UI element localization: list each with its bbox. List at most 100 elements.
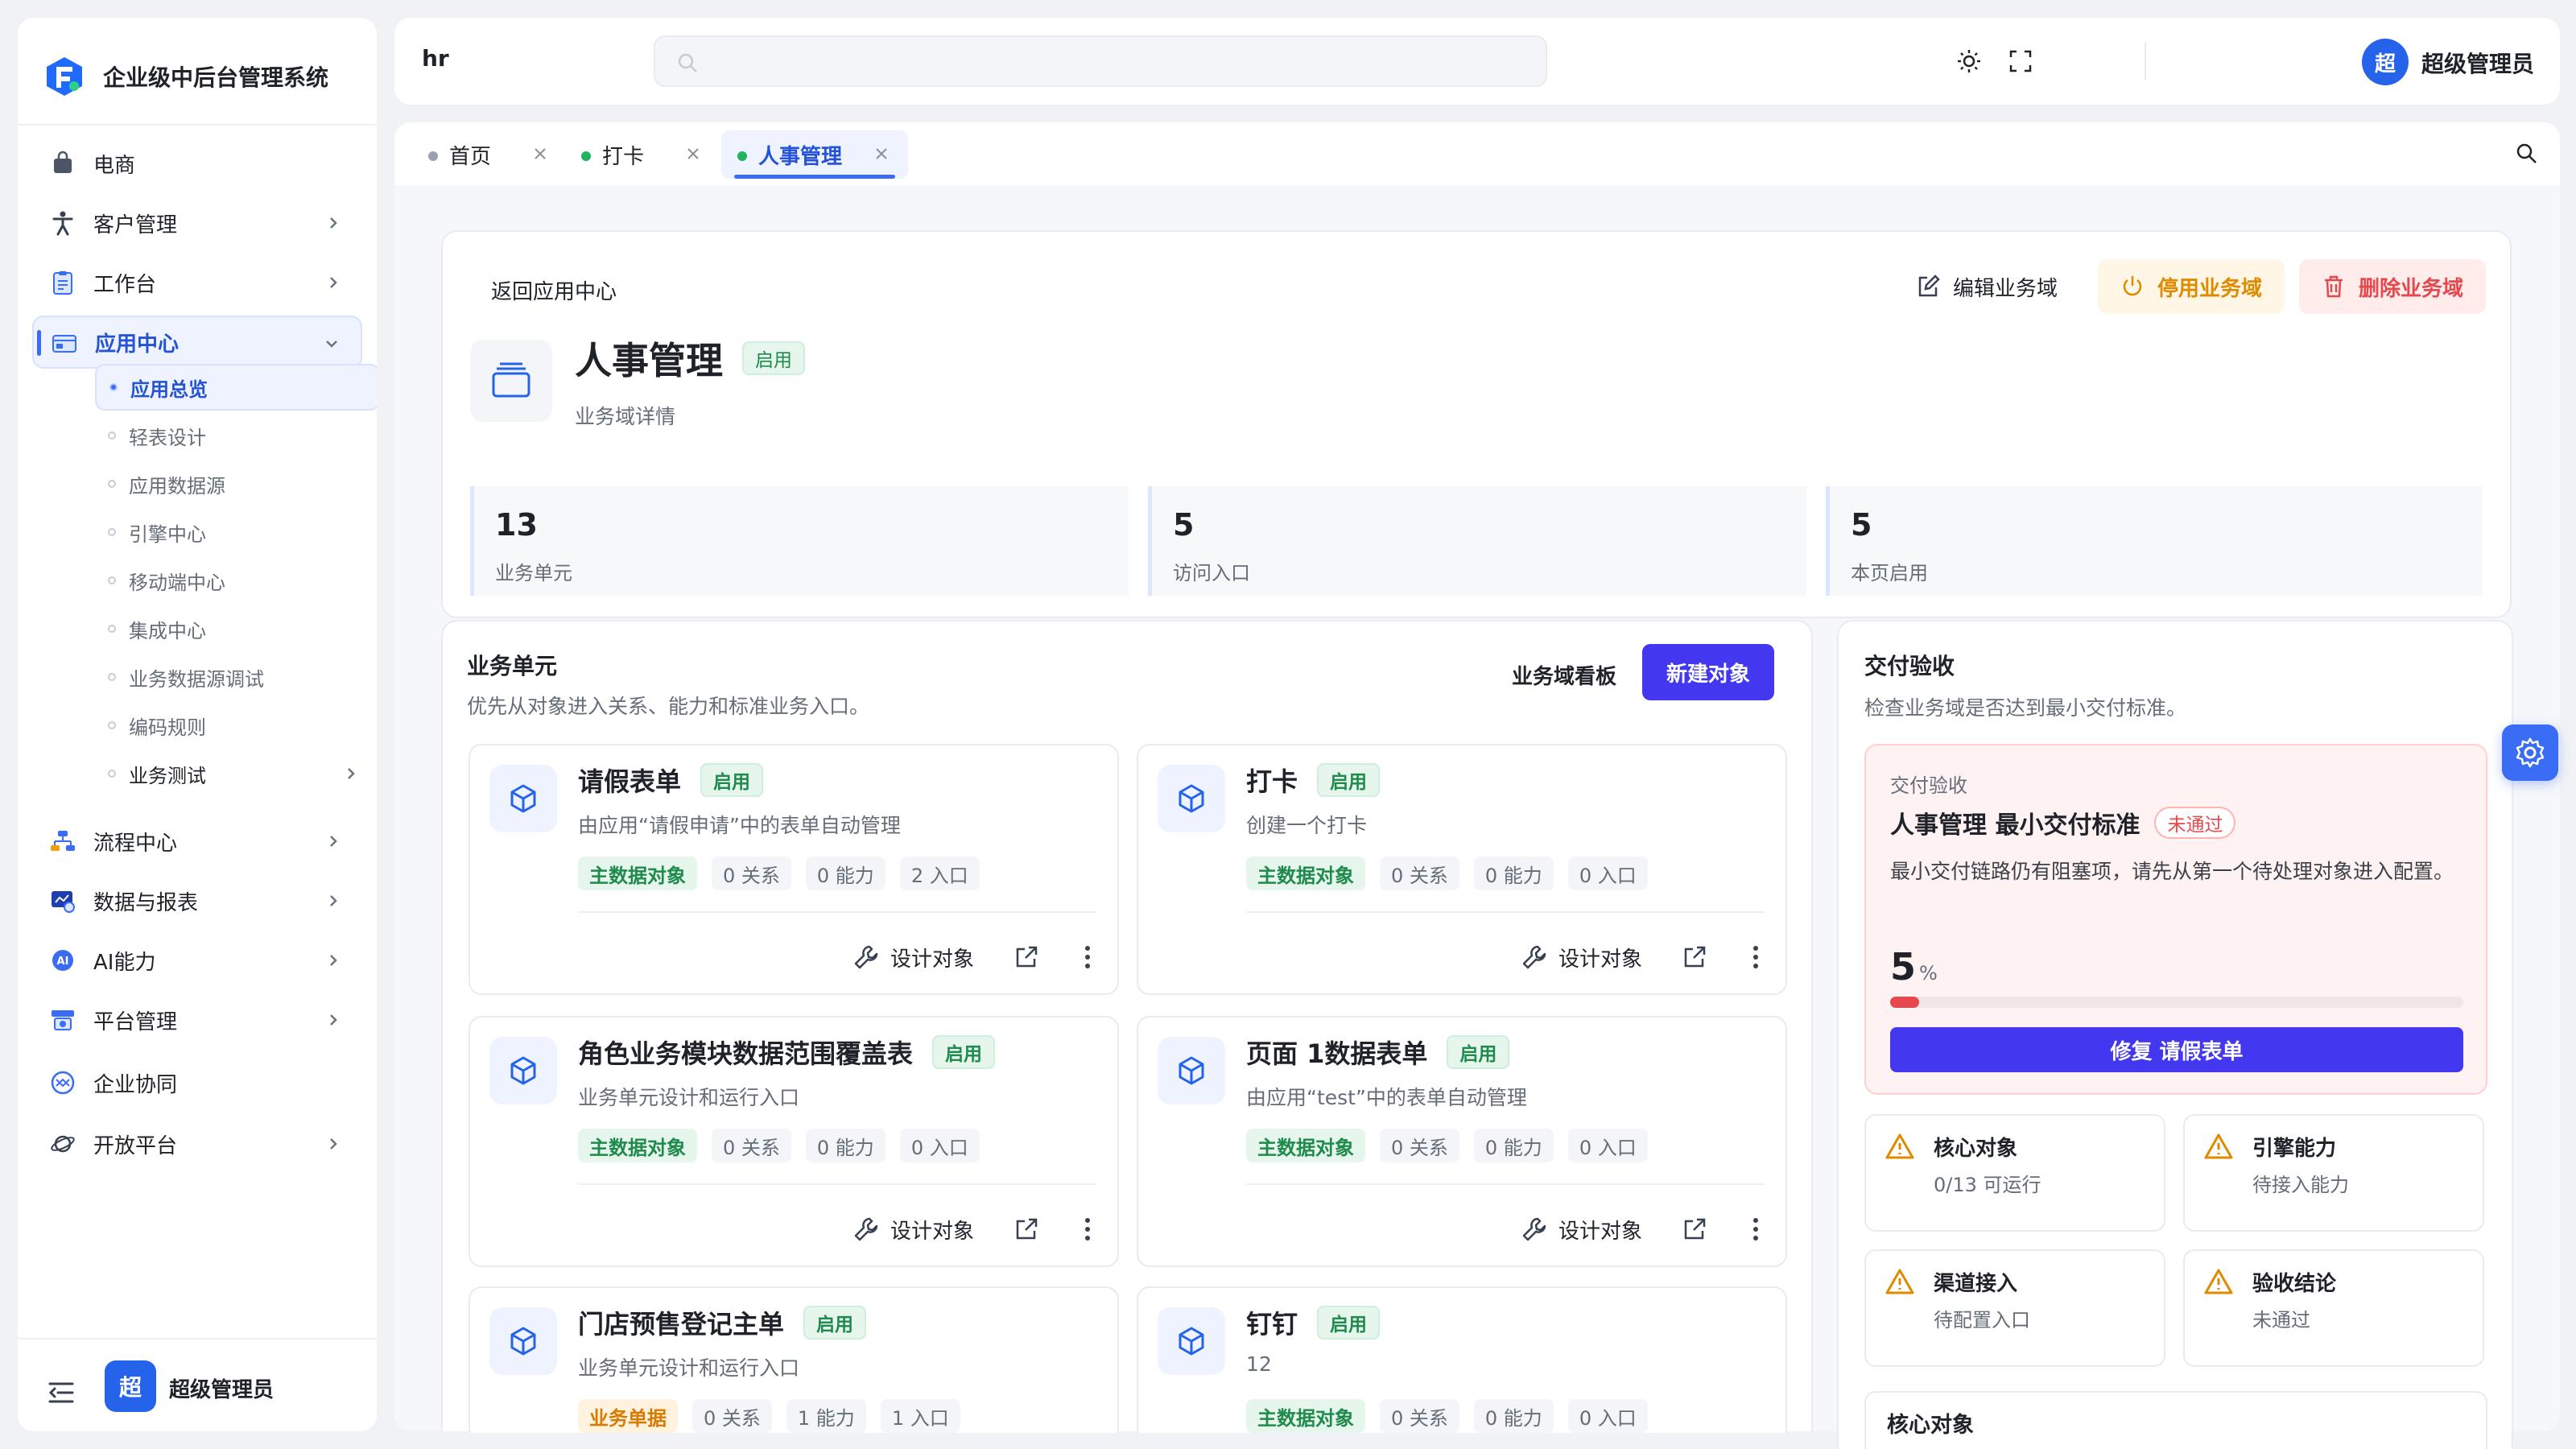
design-object-button[interactable]: 设计对象 <box>1521 943 1642 972</box>
disable-domain-button[interactable]: 停用业务域 <box>2098 259 2285 314</box>
bullet-icon <box>109 383 118 391</box>
edit-domain-button[interactable]: 编辑业务域 <box>1893 259 2080 314</box>
floating-settings-button[interactable] <box>2502 724 2558 781</box>
more-options-icon[interactable] <box>1747 1217 1765 1241</box>
open-external-icon[interactable] <box>1014 945 1038 969</box>
status-badge: 未通过 <box>2154 807 2236 839</box>
unit-chips: 主数据对象 0 关系 0 能力 2 入口 <box>578 857 980 890</box>
design-object-button[interactable]: 设计对象 <box>853 943 974 972</box>
open-external-icon[interactable] <box>1682 1217 1707 1241</box>
sidebar-item-label: 企业协同 <box>93 1072 178 1097</box>
sidebar-item-label: 工作台 <box>93 272 157 297</box>
progress-fill <box>1890 997 1919 1008</box>
status-badge: 启用 <box>803 1306 867 1340</box>
unit-card[interactable]: 页面 1数据表单 启用 由应用“test”中的表单自动管理 主数据对象 0 关系 0 能力… <box>1137 1016 1787 1267</box>
design-object-button[interactable]: 设计对象 <box>1521 1215 1642 1245</box>
status-badge: 启用 <box>932 1035 996 1069</box>
close-icon[interactable] <box>874 147 889 161</box>
sidebar-item-collaboration[interactable]: 企业协同 <box>32 1056 362 1109</box>
search-input[interactable] <box>654 35 1547 87</box>
back-link[interactable]: 返回应用中心 <box>491 275 617 305</box>
entries-chip: 0 入口 <box>1567 857 1648 890</box>
unit-card[interactable]: 打卡 启用 创建一个打卡 主数据对象 0 关系 0 能力 0 入口 设计对象 <box>1137 744 1787 995</box>
sidebar-item-open-platform[interactable]: 开放平台 <box>32 1117 362 1170</box>
sidebar-item-label: 电商 <box>93 153 136 178</box>
collapse-sidebar-icon[interactable] <box>48 1381 74 1404</box>
footer-user-name: 超级管理员 <box>169 1378 275 1402</box>
domain-board-link[interactable]: 业务域看板 <box>1512 660 1616 690</box>
tab-check-in[interactable]: 打卡 <box>565 130 718 179</box>
tab-label: 首页 <box>449 144 492 169</box>
more-options-icon[interactable] <box>1079 945 1096 969</box>
theme-toggle-sun-icon[interactable] <box>1956 48 1982 74</box>
divider <box>578 911 1096 913</box>
delete-domain-button[interactable]: 删除业务域 <box>2299 259 2487 314</box>
sidebar-subitem-business-test[interactable]: 业务测试 <box>77 750 377 797</box>
tab-search-icon[interactable] <box>2515 142 2539 166</box>
header-user-name[interactable]: 超级管理员 <box>2421 47 2534 79</box>
chevron-right-icon <box>325 833 341 849</box>
close-icon[interactable] <box>686 147 700 161</box>
unit-actions: 设计对象 <box>1521 937 1765 977</box>
sidebar-subitem-light-form[interactable]: 轻表设计 <box>77 412 377 459</box>
type-chip: 主数据对象 <box>1246 857 1365 890</box>
unit-card[interactable]: 角色业务模块数据范围覆盖表 启用 业务单元设计和运行入口 主数据对象 0 关系 0 能力 0… <box>469 1016 1119 1267</box>
more-options-icon[interactable] <box>1747 945 1765 969</box>
new-object-button[interactable]: 新建对象 <box>1642 644 1774 700</box>
unit-card[interactable]: 请假表单 启用 由应用“请假申请”中的表单自动管理 主数据对象 0 关系 0 能力 2 入口… <box>469 744 1119 995</box>
sidebar-item-label: 数据与报表 <box>93 890 199 915</box>
sidebar-item-workbench[interactable]: 工作台 <box>32 256 362 309</box>
fix-form-button[interactable]: 修复 请假表单 <box>1890 1027 2463 1072</box>
unit-name: 页面 1数据表单 <box>1246 1038 1428 1069</box>
stat-value: 13 <box>495 507 538 543</box>
sidebar-item-process-center[interactable]: 流程中心 <box>32 815 362 868</box>
collaboration-icon <box>50 1070 76 1096</box>
check-core-objects[interactable]: 核心对象 0/13 可运行 <box>1864 1114 2165 1232</box>
sidebar-subitem-mobile-center[interactable]: 移动端中心 <box>77 557 377 604</box>
design-object-button[interactable]: 设计对象 <box>853 1215 974 1245</box>
tab-home[interactable]: 首页 <box>412 130 565 179</box>
sidebar-item-label: 客户管理 <box>93 213 178 237</box>
sidebar-item-ai[interactable]: AI AI能力 <box>32 934 362 987</box>
check-engine-ability[interactable]: 引擎能力 待接入能力 <box>2183 1114 2484 1232</box>
divider <box>2145 42 2146 80</box>
sidebar-item-customers[interactable]: 客户管理 <box>32 196 362 250</box>
sidebar-item-data-reports[interactable]: 数据与报表 <box>32 874 362 927</box>
unit-card[interactable]: 门店预售登记主单 启用 业务单元设计和运行入口 业务单据 0 关系 1 能力 1 入口 <box>469 1286 1119 1433</box>
open-external-icon[interactable] <box>1014 1217 1038 1241</box>
sidebar-subitem-datasource-debug[interactable]: 业务数据源调试 <box>77 654 377 700</box>
unit-title-row: 打卡 启用 <box>1246 762 1381 799</box>
sidebar-item-ecommerce[interactable]: 电商 <box>32 137 362 190</box>
open-external-icon[interactable] <box>1682 945 1707 969</box>
abilities-chip: 1 能力 <box>786 1399 866 1433</box>
sidebar-subitem-app-overview[interactable]: 应用总览 <box>95 364 377 411</box>
status-badge: 启用 <box>742 341 805 375</box>
sidebar-item-app-center[interactable]: 应用中心 <box>32 316 362 369</box>
sidebar-subitem-integration-center[interactable]: 集成中心 <box>77 605 377 652</box>
header-avatar[interactable]: 超 <box>2362 39 2409 85</box>
progress-readout: 5 % <box>1890 945 1938 989</box>
delivery-description: 最小交付链路仍有阻塞项，请先从第一个待处理对象进入配置。 <box>1890 860 2454 883</box>
more-options-icon[interactable] <box>1079 1217 1096 1241</box>
sidebar-subitem-app-datasource[interactable]: 应用数据源 <box>77 460 377 507</box>
brand[interactable]: 企业级中后台管理系统 <box>43 40 328 113</box>
unit-card[interactable]: 钉钉 启用 12 主数据对象 0 关系 0 能力 0 入口 <box>1137 1286 1787 1433</box>
avatar[interactable]: 超 <box>105 1360 156 1412</box>
sidebar-item-platform[interactable]: 平台管理 <box>32 993 362 1046</box>
sidebar-subitem-engine-center[interactable]: 引擎中心 <box>77 509 377 555</box>
close-icon[interactable] <box>533 147 547 161</box>
sidebar-subitem-code-rules[interactable]: 编码规则 <box>77 702 377 749</box>
check-channel-access[interactable]: 渠道接入 待配置入口 <box>1864 1249 2165 1367</box>
divider <box>18 124 377 126</box>
fullscreen-icon[interactable] <box>2008 48 2033 74</box>
section-subtitle: 检查业务域是否达到最小交付标准。 <box>1864 696 2187 720</box>
sidebar-subitem-label: 集成中心 <box>129 619 206 642</box>
unit-chips: 主数据对象 0 关系 0 能力 0 入口 <box>1246 857 1648 890</box>
unit-chips: 主数据对象 0 关系 0 能力 0 入口 <box>1246 1399 1648 1433</box>
check-acceptance-result[interactable]: 验收结论 未通过 <box>2183 1249 2484 1367</box>
sidebar-subitem-label: 移动端中心 <box>129 571 225 594</box>
relations-chip: 0 关系 <box>692 1399 772 1433</box>
tab-hr-management[interactable]: 人事管理 <box>721 130 908 179</box>
sidebar-subitem-label: 业务测试 <box>129 764 206 787</box>
domain-icon <box>470 340 552 422</box>
